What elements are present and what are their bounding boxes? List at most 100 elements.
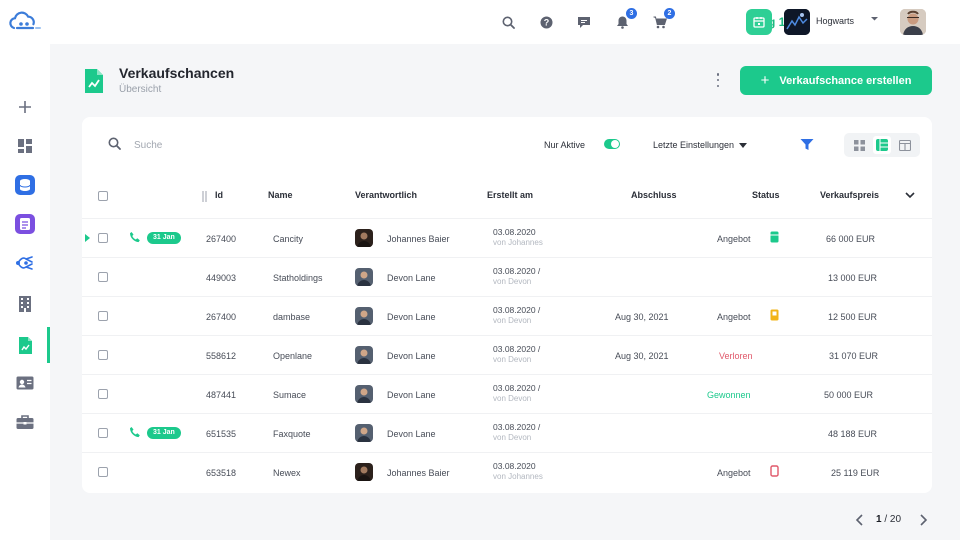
avatar: [355, 229, 373, 247]
cell-name[interactable]: Newex: [273, 468, 301, 478]
created-date: 03.08.2020 /: [493, 344, 541, 354]
chevron-right-icon[interactable]: [918, 514, 928, 526]
cell-price: 66 000 EUR: [826, 234, 876, 244]
table-row[interactable]: 31 Jan 651535 Faxquote Devon Lane 03.08.…: [82, 413, 932, 452]
svg-text:?: ?: [543, 17, 549, 27]
user-avatar[interactable]: [900, 9, 926, 35]
create-opportunity-button[interactable]: + Verkaufschance erstellen: [740, 66, 932, 95]
sidebar-item-notes[interactable]: [10, 209, 40, 239]
notifications-badge: 3: [626, 8, 637, 19]
table-row[interactable]: 267400 dambase Devon Lane 03.08.2020 / v…: [82, 296, 932, 335]
sidebar-item-network[interactable]: [10, 248, 40, 278]
call-date-badge[interactable]: 31 Jan: [147, 427, 181, 439]
filter-icon[interactable]: [800, 138, 814, 151]
saved-settings-dropdown[interactable]: Letzte Einstellungen: [653, 140, 748, 150]
row-checkbox[interactable]: [98, 233, 108, 243]
column-header-status[interactable]: Status: [752, 190, 780, 200]
sidebar-item-add[interactable]: [10, 92, 40, 122]
sidebar-item-companies[interactable]: [10, 289, 40, 319]
cloud-logo-icon[interactable]: [7, 11, 43, 33]
person-photo-icon: [357, 466, 371, 481]
org-name[interactable]: Hogwarts: [816, 16, 854, 26]
grid-view-button[interactable]: [850, 136, 868, 154]
cell-owner[interactable]: Devon Lane: [387, 273, 436, 283]
phone-icon[interactable]: [129, 426, 141, 438]
chevron-down-icon[interactable]: [905, 192, 915, 199]
sidebar-item-opportunities[interactable]: [10, 330, 40, 360]
cell-owner[interactable]: Devon Lane: [387, 390, 436, 400]
help-button[interactable]: ?: [536, 12, 556, 32]
sidebar-item-projects[interactable]: [10, 407, 40, 437]
cell-name[interactable]: Statholdings: [273, 273, 323, 283]
split-view-button[interactable]: [896, 136, 914, 154]
cell-name[interactable]: Openlane: [273, 351, 312, 361]
cell-name[interactable]: Cancity: [273, 234, 303, 244]
table-row[interactable]: 487441 Sumace Devon Lane 03.08.2020 / vo…: [82, 374, 932, 413]
cell-id: 653518: [206, 468, 237, 478]
person-photo-icon: [357, 349, 371, 364]
call-date-badge[interactable]: 31 Jan: [147, 232, 181, 244]
yellow-bar-icon: [770, 309, 779, 321]
table-row[interactable]: 558612 Openlane Devon Lane 03.08.2020 / …: [82, 335, 932, 374]
avatar: [355, 385, 373, 403]
row-checkbox[interactable]: [98, 272, 108, 282]
cell-id: 267400: [206, 234, 237, 244]
cell-owner[interactable]: Devon Lane: [387, 429, 436, 439]
active-only-toggle[interactable]: [604, 139, 620, 149]
row-checkbox[interactable]: [98, 350, 108, 360]
sidebar-active-indicator: [47, 327, 50, 363]
global-search-button[interactable]: [498, 12, 518, 32]
sidebar-item-dashboard[interactable]: [10, 131, 40, 161]
column-header-closing[interactable]: Abschluss: [631, 190, 677, 200]
page-title: Verkaufschancen: [119, 65, 235, 81]
list-view-button[interactable]: [872, 136, 891, 154]
column-header-price[interactable]: Verkaufspreis: [820, 190, 879, 200]
chat-icon: [578, 16, 590, 28]
chevron-left-icon[interactable]: [855, 514, 865, 526]
org-avatar[interactable]: [784, 9, 810, 35]
search-icon: [108, 137, 121, 150]
notifications-button[interactable]: 3: [612, 8, 637, 32]
briefcase-icon: [16, 415, 34, 429]
table-row[interactable]: 653518 Newex Johannes Baier 03.08.2020 v…: [82, 452, 932, 491]
column-header-name[interactable]: Name: [268, 190, 293, 200]
created-date: 03.08.2020 /: [493, 422, 541, 432]
row-checkbox[interactable]: [98, 389, 108, 399]
cell-owner[interactable]: Devon Lane: [387, 312, 436, 322]
cart-button[interactable]: 2: [650, 8, 675, 32]
chevron-down-icon[interactable]: [870, 16, 879, 22]
cell-owner[interactable]: Devon Lane: [387, 351, 436, 361]
sidebar-item-contacts[interactable]: [10, 368, 40, 398]
dashboard-icon: [18, 139, 32, 153]
column-resize-handle-icon[interactable]: [202, 191, 207, 202]
help-icon: ?: [540, 16, 552, 28]
cell-status: Angebot: [717, 468, 751, 478]
cell-name[interactable]: Sumace: [273, 390, 306, 400]
sidebar-item-database[interactable]: [10, 170, 40, 200]
cell-price: 50 000 EUR: [824, 390, 874, 400]
cell-owner[interactable]: Johannes Baier: [387, 468, 450, 478]
row-checkbox[interactable]: [98, 467, 108, 477]
more-options-button[interactable]: [712, 72, 724, 88]
column-header-id[interactable]: Id: [215, 190, 223, 200]
cell-created: 03.08.2020 / von Devon: [493, 383, 540, 403]
calendar-button[interactable]: [746, 9, 772, 35]
created-by: von Devon: [493, 355, 532, 364]
expand-row-arrow-icon[interactable]: [85, 234, 90, 242]
column-header-created[interactable]: Erstellt am: [487, 190, 533, 200]
cell-name[interactable]: dambase: [273, 312, 310, 322]
table-search-input[interactable]: [134, 136, 294, 154]
chat-button[interactable]: [574, 12, 594, 32]
cell-owner[interactable]: Johannes Baier: [387, 234, 450, 244]
select-all-checkbox[interactable]: [98, 191, 108, 201]
avatar: [355, 463, 373, 481]
cell-closing: Aug 30, 2021: [615, 351, 669, 361]
building-icon: [19, 296, 31, 312]
column-header-owner[interactable]: Verantwortlich: [355, 190, 417, 200]
phone-icon[interactable]: [129, 231, 141, 243]
row-checkbox[interactable]: [98, 428, 108, 438]
cell-name[interactable]: Faxquote: [273, 429, 311, 439]
table-row[interactable]: 31 Jan 267400 Cancity Johannes Baier 03.…: [82, 218, 932, 257]
table-row[interactable]: 449003 Statholdings Devon Lane 03.08.202…: [82, 257, 932, 296]
row-checkbox[interactable]: [98, 311, 108, 321]
